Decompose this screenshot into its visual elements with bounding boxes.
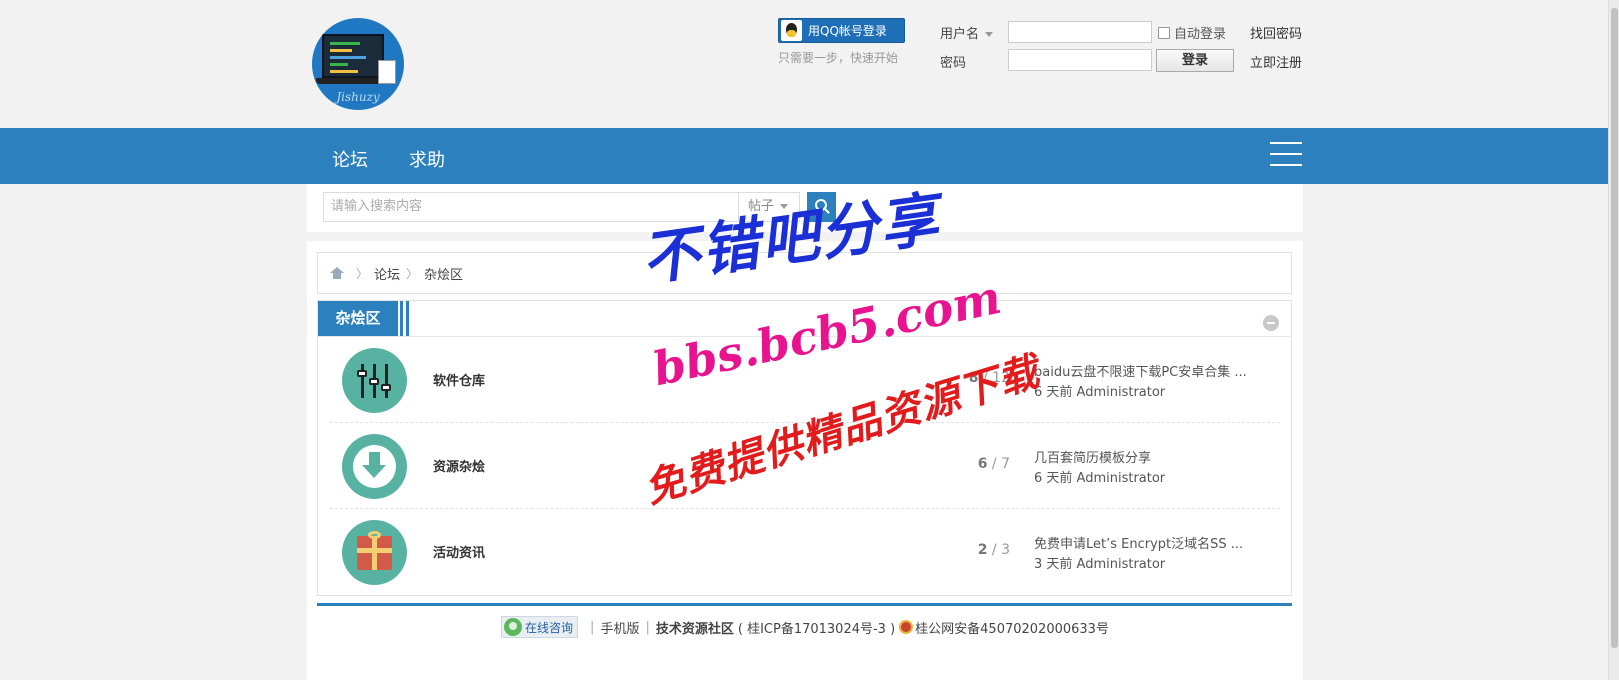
last-post-title[interactable]: 几百套简历模板分享 <box>1034 447 1254 466</box>
chevron-down-icon <box>780 204 789 209</box>
auto-login-label: 自动登录 <box>1174 27 1227 42</box>
find-password-link[interactable]: 找回密码 <box>1250 23 1302 42</box>
login-button[interactable]: 登录 <box>1156 49 1234 72</box>
sliders-icon[interactable] <box>342 348 407 413</box>
forum-count: 8 / 12 <box>968 370 1010 386</box>
search-type-select[interactable]: 帖子 <box>738 192 800 222</box>
thread-count: 6 <box>977 456 988 472</box>
password-label: 密码 <box>940 56 967 71</box>
thread-count: 8 <box>968 370 979 386</box>
page-scrollbar[interactable] <box>1608 0 1619 680</box>
register-link[interactable]: 立即注册 <box>1250 52 1302 71</box>
main-nav: 论坛 求助 <box>0 128 1608 184</box>
breadcrumb-separator-icon: 〉 <box>356 266 369 281</box>
forum-count: 6 / 7 <box>977 456 1010 472</box>
site-name-link[interactable]: 技术资源社区 <box>656 618 734 637</box>
last-post-meta[interactable]: 3 天前 Administrator <box>1034 553 1165 572</box>
logo-text: Jishuzy <box>336 90 380 104</box>
nav-item-forum[interactable]: 论坛 <box>332 146 368 172</box>
logo-monitor-graphic <box>322 34 384 78</box>
collapse-icon[interactable] <box>1263 315 1279 331</box>
forum-name[interactable]: 活动资讯 <box>433 542 485 561</box>
mobile-version-link[interactable]: 手机版 <box>600 618 639 637</box>
board-header: 杂烩区 <box>318 301 1291 337</box>
username-label: 用户名 <box>940 27 980 42</box>
qq-login-label: 用QQ帐号登录 <box>808 24 887 38</box>
nav-item-help[interactable]: 求助 <box>409 146 445 172</box>
post-count: 12 <box>992 370 1010 386</box>
scrollbar-thumb[interactable] <box>1611 8 1618 648</box>
board-title[interactable]: 杂烩区 <box>318 301 398 336</box>
breadcrumb-current[interactable]: 杂烩区 <box>424 264 463 283</box>
search-type-label: 帖子 <box>748 199 775 214</box>
username-type-select[interactable]: 用户名 <box>940 23 994 42</box>
username-input[interactable] <box>1008 21 1152 43</box>
forum-name[interactable]: 资源杂烩 <box>433 456 485 475</box>
logo-document-graphic <box>378 60 396 84</box>
board-title-decoration <box>400 301 403 336</box>
password-input[interactable] <box>1008 49 1152 71</box>
thread-count: 2 <box>977 542 988 558</box>
hamburger-menu-icon[interactable] <box>1270 142 1302 168</box>
search-bar: 请输入搜索内容 帖子 <box>307 184 1303 232</box>
forum-name[interactable]: 软件仓库 <box>433 370 485 389</box>
forum-board: 杂烩区 软件仓库 8 / 12 baidu云盘不限速下载PC安卓合集 ... 6… <box>317 300 1292 596</box>
main-content: 〉 论坛 〉 杂烩区 杂烩区 软件仓库 8 / 12 baidu云盘不限速下载P… <box>307 241 1303 680</box>
site-footer: 在线咨询 | 手机版 | 技术资源社区 ( 桂ICP备17013024号-3 )… <box>307 613 1303 641</box>
police-record-link[interactable]: 桂公网安备45070202000633号 <box>915 618 1109 637</box>
breadcrumb: 〉 论坛 〉 杂烩区 <box>317 252 1292 294</box>
forum-row: 软件仓库 8 / 12 baidu云盘不限速下载PC安卓合集 ... 6 天前 … <box>330 337 1280 423</box>
qq-penguin-icon <box>781 20 802 41</box>
breadcrumb-separator-icon: 〉 <box>406 266 419 281</box>
footer-separator: | <box>645 619 650 635</box>
checkbox-box <box>1158 26 1170 39</box>
auto-login-checkbox[interactable]: 自动登录 <box>1158 23 1226 42</box>
search-icon-handle <box>824 208 830 214</box>
gift-icon[interactable] <box>342 520 407 585</box>
qq-login-hint: 只需要一步，快速开始 <box>778 51 899 65</box>
online-consult-label: 在线咨询 <box>525 620 574 635</box>
search-input[interactable]: 请输入搜索内容 <box>323 192 738 222</box>
qq-login-button[interactable]: 用QQ帐号登录 <box>778 18 905 43</box>
post-count: 3 <box>1001 542 1010 558</box>
online-consult-button[interactable]: 在线咨询 <box>501 616 579 638</box>
post-count: 7 <box>1001 456 1010 472</box>
home-icon[interactable] <box>330 267 344 279</box>
chevron-down-icon <box>985 32 994 37</box>
breadcrumb-forum[interactable]: 论坛 <box>374 264 400 283</box>
site-header: Jishuzy 用QQ帐号登录 只需要一步，快速开始 用户名 密码 自动登录 登… <box>0 0 1608 128</box>
last-post-title[interactable]: baidu云盘不限速下载PC安卓合集 ... <box>1034 361 1254 380</box>
last-post-meta[interactable]: 6 天前 Administrator <box>1034 467 1165 486</box>
search-button[interactable] <box>807 192 836 222</box>
last-post-title[interactable]: 免费申请Let’s Encrypt泛域名SS ... <box>1034 533 1254 552</box>
footer-separator: | <box>590 619 595 635</box>
download-arrow-icon[interactable] <box>342 434 407 499</box>
last-post-meta[interactable]: 6 天前 Administrator <box>1034 381 1165 400</box>
forum-row: 资源杂烩 6 / 7 几百套简历模板分享 6 天前 Administrator <box>330 423 1280 509</box>
icp-link[interactable]: ( 桂ICP备17013024号-3 ) <box>738 618 895 637</box>
forum-row: 活动资讯 2 / 3 免费申请Let’s Encrypt泛域名SS ... 3 … <box>330 509 1280 595</box>
police-badge-icon <box>899 620 914 634</box>
footer-divider <box>317 603 1292 606</box>
site-logo[interactable]: Jishuzy <box>312 18 404 110</box>
board-title-decoration <box>406 301 409 336</box>
chat-icon <box>504 618 523 636</box>
forum-count: 2 / 3 <box>977 542 1010 558</box>
